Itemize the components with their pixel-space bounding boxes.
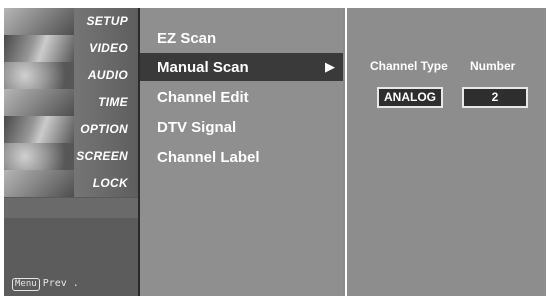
- setup-submenu: EZ Scan Manual Scan ▶ Channel Edit DTV S…: [140, 8, 343, 296]
- osd-frame: SETUP VIDEO AUDIO TIME OPTION SCREEN LOC…: [4, 8, 546, 296]
- lock-icon: [4, 170, 74, 197]
- menu-item-label: Channel Edit: [157, 89, 249, 106]
- sidebar-item-lock[interactable]: LOCK: [4, 170, 138, 198]
- sidebar-item-label: SCREEN: [76, 149, 128, 163]
- time-icon: [4, 89, 74, 116]
- menu-key-icon: Menu: [12, 278, 40, 291]
- sidebar-item-setup[interactable]: SETUP: [4, 8, 138, 36]
- menu-prev-hint: Menu Prev .: [12, 278, 79, 291]
- sidebar-item-label: LOCK: [92, 176, 128, 190]
- sidebar-item-label: SETUP: [86, 14, 128, 28]
- sidebar-item-time[interactable]: TIME: [4, 89, 138, 117]
- option-icon: [4, 116, 74, 143]
- video-icon: [4, 35, 74, 62]
- category-sidebar: SETUP VIDEO AUDIO TIME OPTION SCREEN LOC…: [4, 8, 140, 296]
- sidebar-item-option[interactable]: OPTION: [4, 116, 138, 144]
- menu-item-label: Channel Label: [157, 149, 260, 166]
- menu-item-manual-scan[interactable]: Manual Scan ▶: [140, 53, 343, 81]
- sidebar-item-screen[interactable]: SCREEN: [4, 143, 138, 171]
- audio-icon: [4, 62, 74, 89]
- sidebar-item-video[interactable]: VIDEO: [4, 35, 138, 63]
- number-header: Number: [470, 59, 516, 73]
- prev-label: Prev .: [42, 278, 79, 289]
- channel-type-selector[interactable]: ANALOG: [377, 87, 443, 108]
- menu-item-channel-edit[interactable]: Channel Edit: [140, 83, 343, 111]
- menu-item-channel-label[interactable]: Channel Label: [140, 143, 343, 171]
- setup-icon: [4, 8, 74, 35]
- sidebar-item-label: TIME: [98, 95, 128, 109]
- menu-item-label: EZ Scan: [157, 30, 217, 47]
- menu-item-label: Manual Scan: [157, 59, 249, 76]
- manual-scan-panel: Channel Type Number ANALOG 2: [345, 8, 546, 296]
- sidebar-item-audio[interactable]: AUDIO: [4, 62, 138, 90]
- menu-item-label: DTV Signal: [157, 119, 237, 136]
- sidebar-item-label: VIDEO: [89, 41, 128, 55]
- tv-menu-screen: SETUP VIDEO AUDIO TIME OPTION SCREEN LOC…: [0, 0, 547, 297]
- menu-item-ez-scan[interactable]: EZ Scan: [140, 24, 343, 52]
- play-arrow-icon: ▶: [325, 59, 335, 74]
- menu-item-dtv-signal[interactable]: DTV Signal: [140, 113, 343, 141]
- sidebar-item-label: AUDIO: [87, 68, 128, 82]
- channel-number-field[interactable]: 2: [462, 87, 528, 108]
- channel-type-header: Channel Type: [370, 59, 448, 73]
- screen-icon: [4, 143, 74, 170]
- sidebar-item-label: OPTION: [80, 122, 128, 136]
